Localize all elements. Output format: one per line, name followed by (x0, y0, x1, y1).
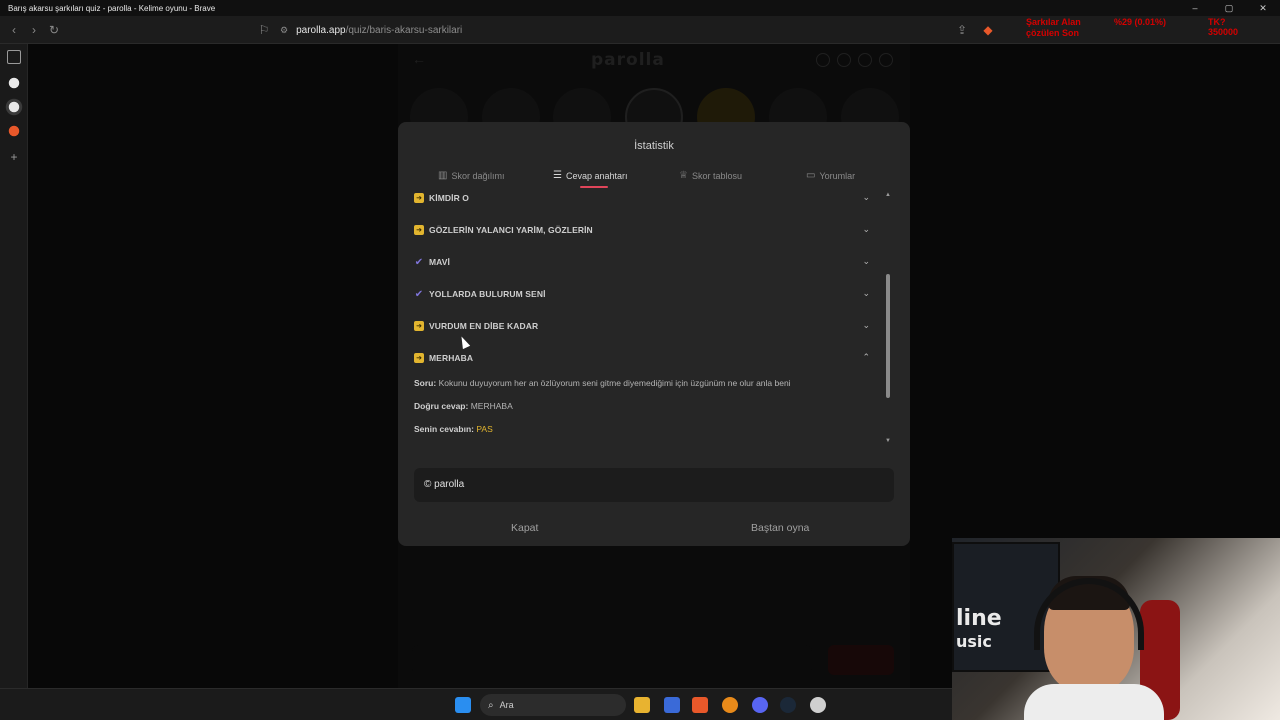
window-titlebar: Barış akarsu şarkıları quiz - parolla - … (0, 0, 1280, 16)
minimize-button[interactable]: – (1178, 0, 1212, 16)
tab-answer-key[interactable]: ☰ Cevap anahtarı (553, 170, 628, 181)
sidebar-add-icon[interactable]: + (7, 150, 21, 164)
tab-label: Cevap anahtarı (565, 170, 628, 181)
tab-label: Skor dağılımı (451, 170, 505, 181)
scroll-up-icon[interactable]: ▲ (884, 192, 892, 198)
list-check-icon: ☰ (553, 170, 562, 181)
streamer-shirt (1024, 684, 1164, 720)
answer-label: KİMDİR O (429, 193, 469, 203)
overlay-text-d: çözülen Son (1026, 28, 1080, 38)
stream-overlay: Şarkılar Alan %29 (0.01%) TK?350000 çözü… (1024, 16, 1254, 38)
tab-label: Yorumlar (819, 170, 856, 181)
your-answer-value: PAS (476, 424, 493, 434)
sidebar-brave-icon[interactable] (8, 125, 20, 137)
modal-tabs: ▥ Skor dağılımı ☰ Cevap anahtarı ♕ Skor … (398, 170, 910, 190)
question-detail: Soru: Kokunu duyuyorum her an özlüyorum … (414, 378, 791, 388)
settings-app-icon[interactable] (810, 697, 826, 713)
answer-label: MAVİ (429, 257, 451, 267)
chevron-down-icon[interactable]: ⌄ (862, 192, 870, 203)
taskbar-search[interactable]: ⌕ Ara (480, 694, 626, 716)
brave-icon[interactable] (692, 697, 708, 713)
sidebar-panel-icon[interactable] (7, 50, 21, 64)
check-icon: ✔ (414, 288, 424, 300)
tab-leaderboard[interactable]: ♕ Skor tablosu (679, 170, 742, 181)
store-icon[interactable] (664, 697, 680, 713)
scroll-down-icon[interactable]: ▼ (884, 438, 892, 444)
answer-row[interactable]: ➜ VURDUM EN DİBE KADAR ⌄ (414, 316, 874, 336)
overlay-text-b: %29 (0.01%) (1114, 17, 1167, 27)
question-text: Kokunu duyuyorum her an özlüyorum seni g… (438, 378, 791, 388)
correct-answer-value: MERHABA (470, 401, 513, 411)
app-icon[interactable] (722, 697, 738, 713)
url-path: /quiz/baris-akarsu-sarkilari (345, 24, 463, 36)
stats-modal: İstatistik ▥ Skor dağılımı ☰ Cevap anaht… (398, 122, 910, 546)
url-host: parolla.app (296, 24, 346, 36)
window-title: Barış akarsu şarkıları quiz - parolla - … (8, 3, 216, 13)
your-answer-detail: Senin cevabın: PAS (414, 424, 493, 434)
sidebar-app-icon[interactable] (8, 77, 20, 89)
webcam-overlay: line usic (952, 538, 1280, 720)
pass-icon: ➜ (414, 193, 424, 203)
bar-chart-icon: ▥ (438, 170, 448, 181)
chevron-down-icon[interactable]: ⌄ (862, 224, 870, 235)
copyright-box: © parolla (414, 468, 894, 502)
site-settings-icon[interactable]: ⚙ (280, 25, 288, 36)
tab-score-distribution[interactable]: ▥ Skor dağılımı (438, 170, 504, 181)
question-label: Soru: (414, 378, 437, 388)
sidebar-active-app-icon[interactable] (8, 101, 20, 113)
answer-row[interactable]: ➜ KİMDİR O ⌄ (414, 188, 874, 208)
trophy-icon: ♕ (679, 170, 688, 181)
restart-button[interactable]: Baştan oyna (751, 522, 809, 534)
file-explorer-icon[interactable] (634, 697, 650, 713)
close-window-button[interactable]: ✕ (1246, 0, 1280, 16)
steam-icon[interactable] (780, 697, 796, 713)
close-button[interactable]: Kapat (511, 522, 538, 534)
monitor-logo-icon: line (956, 606, 1002, 631)
taskbar-search-label: Ara (499, 700, 514, 710)
tab-comments[interactable]: ▭ Yorumlar (806, 170, 855, 181)
correct-answer-detail: Doğru cevap: MERHABA (414, 401, 513, 411)
answer-key-list: ➜ KİMDİR O ⌄ ➜ GÖZLERİN YALANCI YARİM, G… (414, 188, 874, 446)
maximize-button[interactable]: ▢ (1212, 0, 1246, 16)
answer-label: YOLLARDA BULURUM SENİ (429, 289, 546, 299)
share-icon[interactable]: ⇪ (954, 22, 970, 38)
answer-row[interactable]: ✔ MAVİ ⌄ (414, 252, 874, 272)
modal-title: İstatistik (634, 140, 674, 152)
brave-shields-icon[interactable]: ◆ (980, 22, 996, 38)
comment-icon: ▭ (806, 170, 816, 181)
back-nav-icon[interactable]: ‹ (6, 22, 22, 38)
copyright-text: © parolla (424, 479, 465, 490)
bookmark-icon[interactable]: ⚐ (256, 22, 272, 38)
overlay-text-a: Şarkılar Alan (1026, 17, 1081, 27)
answer-label: GÖZLERİN YALANCI YARİM, GÖZLERİN (429, 225, 593, 235)
answer-row-expanded[interactable]: ➜ MERHABA ⌃ (414, 348, 874, 368)
reload-icon[interactable]: ↻ (46, 22, 62, 38)
address-bar[interactable]: ⚙ parolla.app /quiz/baris-akarsu-sarkila… (280, 21, 1000, 39)
chevron-up-icon[interactable]: ⌃ (862, 352, 870, 363)
your-answer-label: Senin cevabın: (414, 424, 474, 434)
correct-answer-label: Doğru cevap: (414, 401, 469, 411)
search-icon: ⌕ (488, 699, 494, 711)
chevron-down-icon[interactable]: ⌄ (862, 256, 870, 267)
window-controls: – ▢ ✕ (1178, 0, 1280, 16)
forward-nav-icon[interactable]: › (26, 22, 42, 38)
tab-label: Skor tablosu (691, 170, 742, 181)
browser-sidebar: + (0, 44, 28, 688)
overlay-text-c: TK?350000 (1208, 17, 1239, 37)
discord-icon[interactable] (752, 697, 768, 713)
scrollbar-thumb[interactable] (886, 274, 890, 398)
answer-label: VURDUM EN DİBE KADAR (429, 321, 539, 331)
monitor-logo-icon: usic (956, 632, 992, 651)
check-icon: ✔ (414, 256, 424, 268)
answer-label: MERHABA (429, 353, 474, 363)
pass-icon: ➜ (414, 321, 424, 331)
chevron-down-icon[interactable]: ⌄ (862, 288, 870, 299)
pass-icon: ➜ (414, 225, 424, 235)
answer-row[interactable]: ➜ GÖZLERİN YALANCI YARİM, GÖZLERİN ⌄ (414, 220, 874, 240)
windows-start-icon[interactable] (455, 697, 471, 713)
chevron-down-icon[interactable]: ⌄ (862, 320, 870, 331)
answer-row[interactable]: ✔ YOLLARDA BULURUM SENİ ⌄ (414, 284, 874, 304)
list-scrollbar[interactable]: ▲ ▼ (884, 192, 892, 446)
pass-icon: ➜ (414, 353, 424, 363)
